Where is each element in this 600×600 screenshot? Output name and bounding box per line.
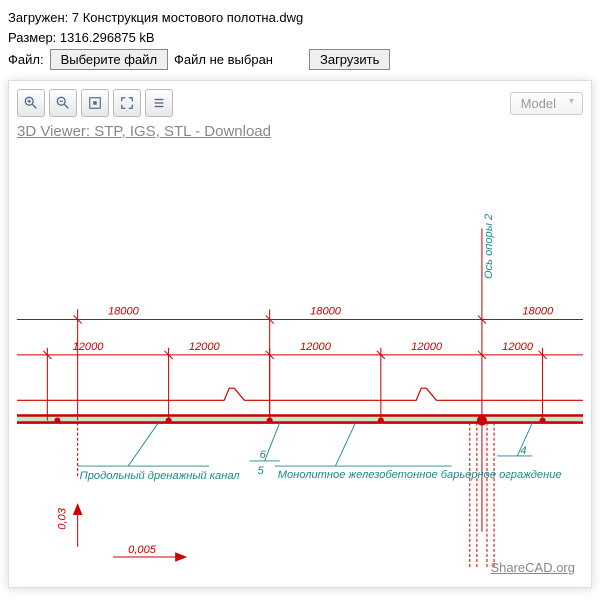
cad-drawing: Ось опоры 2 18000 18000 18000 12000 1200…	[17, 161, 583, 579]
svg-text:18000: 18000	[522, 305, 554, 317]
svg-text:5: 5	[258, 465, 265, 477]
svg-text:18000: 18000	[310, 305, 342, 317]
loaded-file-label: Загружен: 7 Конструкция мостового полотн…	[8, 8, 592, 28]
svg-text:6: 6	[260, 449, 267, 461]
drawing-canvas[interactable]: Ось опоры 2 18000 18000 18000 12000 1200…	[17, 161, 583, 579]
no-file-label: Файл не выбран	[174, 50, 273, 70]
svg-text:18000: 18000	[108, 305, 140, 317]
upload-button[interactable]: Загрузить	[309, 49, 390, 70]
viewer-toolbar: Model	[17, 89, 583, 117]
3d-viewer-link[interactable]: 3D Viewer: STP, IGS, STL - Download	[17, 123, 271, 140]
viewer-panel: Model 3D Viewer: STP, IGS, STL - Downloa…	[8, 80, 592, 588]
zoom-in-button[interactable]	[17, 89, 45, 117]
file-prefix-label: Файл:	[8, 50, 44, 70]
fullscreen-button[interactable]	[113, 89, 141, 117]
fit-window-button[interactable]	[81, 89, 109, 117]
svg-text:12000: 12000	[189, 341, 221, 353]
svg-text:0,03: 0,03	[57, 507, 69, 529]
file-size-label: Размер: 1316.296875 kB	[8, 28, 592, 48]
watermark-link[interactable]: ShareCAD.org	[490, 560, 575, 575]
svg-text:Продольный дренажный канал: Продольный дренажный канал	[80, 470, 241, 482]
svg-text:12000: 12000	[73, 341, 105, 353]
svg-text:12000: 12000	[502, 341, 534, 353]
axis-label: Ось опоры 2	[483, 213, 495, 279]
svg-text:12000: 12000	[300, 341, 332, 353]
svg-text:12000: 12000	[411, 341, 443, 353]
svg-text:Монолитное железобетонное барь: Монолитное железобетонное барьерное огра…	[278, 469, 562, 481]
choose-file-button[interactable]: Выберите файл	[50, 49, 168, 70]
svg-text:4: 4	[520, 445, 526, 457]
svg-text:0,005: 0,005	[128, 544, 157, 556]
model-select[interactable]: Model	[510, 92, 583, 115]
zoom-out-button[interactable]	[49, 89, 77, 117]
layers-button[interactable]	[145, 89, 173, 117]
